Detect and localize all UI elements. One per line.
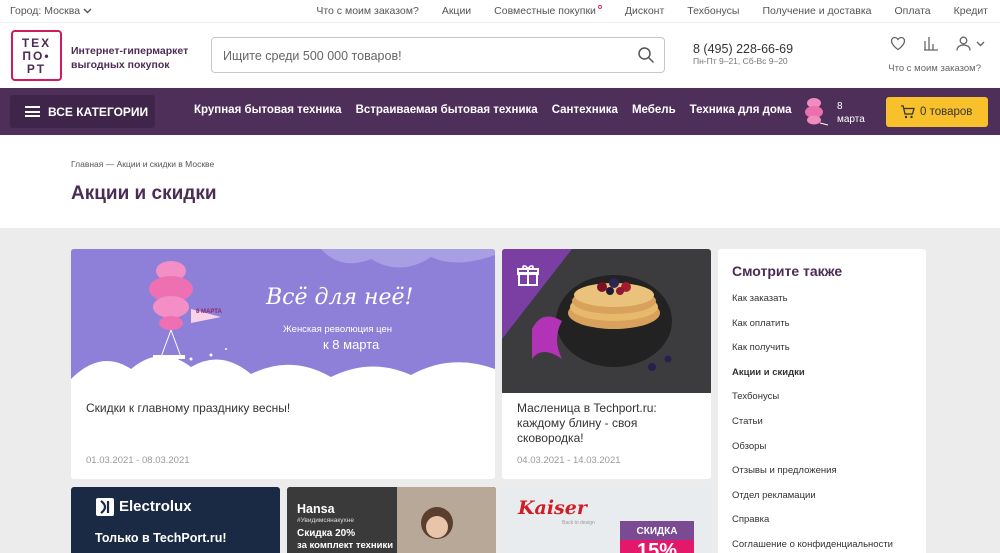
sidebar-item-articles[interactable]: Статьи: [732, 416, 893, 441]
sidebar-item-feedback[interactable]: Отзывы и предложения: [732, 465, 893, 490]
top-link-delivery[interactable]: Получение и доставка: [762, 5, 871, 17]
march-number: 8: [837, 101, 843, 112]
top-bar: Город: Москва Что с моим заказом? Акции …: [0, 0, 1000, 23]
logo-line-3: РТ: [26, 62, 47, 76]
sidebar-item-help[interactable]: Справка: [732, 514, 893, 539]
kaiser-badge-label: СКИДКА: [636, 526, 678, 537]
menu-icon: [25, 106, 40, 117]
main-nav: ВСЕ КАТЕГОРИИ Крупная бытовая техника Вс…: [0, 88, 1000, 135]
promo-card[interactable]: 8 МАРТА Всё для неё! Женская революция ц…: [71, 249, 495, 479]
march-8-promo[interactable]: 8 марта: [800, 97, 865, 127]
hansa-discount: Скидка 20%: [297, 528, 356, 539]
header: ТЕХ ПО• РТ Интернет-гипермаркет выгодных…: [0, 23, 1000, 88]
sidebar-title: Смотрите также: [732, 263, 843, 279]
top-link-promos[interactable]: Акции: [442, 5, 471, 17]
promo-card-date: 04.03.2021 - 14.03.2021: [517, 455, 621, 466]
chevron-down-icon: [83, 8, 92, 14]
promo-banner-march: 8 МАРТА Всё для неё! Женская революция ц…: [71, 249, 495, 393]
nav-link-built-in[interactable]: Встраиваемая бытовая техника: [356, 104, 538, 116]
search-placeholder: Ищите среди 500 000 товаров!: [223, 49, 402, 63]
sidebar-item-privacy[interactable]: Соглашение о конфиденциальности: [732, 539, 893, 553]
sidebar-item-techbonus[interactable]: Техбонусы: [732, 391, 893, 416]
nav-link-plumbing[interactable]: Сантехника: [552, 104, 618, 116]
sidebar-item-how-to-pay[interactable]: Как оплатить: [732, 318, 893, 343]
top-links: Что с моим заказом? Акции Совместные пок…: [316, 5, 988, 17]
page-title: Акции и скидки: [71, 183, 217, 204]
kaiser-brand: Kaiser: [518, 497, 587, 519]
banner-balloon-text: 8 МАРТА: [196, 309, 222, 315]
search-icon[interactable]: [637, 46, 655, 64]
promo-card-title[interactable]: Скидки к главному празднику весны!: [86, 401, 476, 416]
promo-card-hansa[interactable]: Hansa #Увидимсянакухне Скидка 20% за ком…: [287, 487, 496, 553]
nav-link-home-appliances[interactable]: Техника для дома: [690, 104, 792, 116]
hansa-discount-sub: за комплект техники: [297, 540, 394, 551]
hansa-hashtag: #Увидимсянакухне: [297, 517, 354, 524]
promo-card[interactable]: Масленица в Techport.ru: каждому блину -…: [502, 249, 711, 479]
promo-card-title[interactable]: Масленица в Techport.ru: каждому блину -…: [517, 401, 697, 446]
kaiser-discount-badge: СКИДКА 15%: [620, 521, 694, 553]
city-selector[interactable]: Город: Москва: [10, 5, 92, 17]
logo[interactable]: ТЕХ ПО• РТ: [11, 30, 62, 81]
gift-icon: [516, 263, 540, 287]
work-hours: Пн-Пт 9–21, Сб-Вс 9–20: [693, 56, 788, 66]
sidebar-item-how-to-order[interactable]: Как заказать: [732, 293, 893, 318]
order-status-link[interactable]: Что с моим заказом?: [888, 63, 981, 74]
breadcrumb[interactable]: Главная — Акции и скидки в Москве: [71, 159, 214, 169]
balloon-icon: [805, 98, 829, 126]
march-word: марта: [837, 114, 865, 125]
promo-card-kaiser[interactable]: Kaiser Back to design СКИДКА 15%: [502, 487, 711, 553]
heart-icon[interactable]: [890, 36, 906, 51]
phone-number[interactable]: 8 (495) 228-66-69: [693, 42, 793, 56]
top-link-group-buys-label: Совместные покупки: [494, 5, 596, 17]
top-link-techbonus[interactable]: Техбонусы: [687, 5, 739, 17]
nav-link-furniture[interactable]: Мебель: [632, 104, 676, 116]
new-dot-icon: [597, 5, 602, 9]
electrolux-brand: Electrolux: [119, 498, 192, 515]
promo-banner-maslenitsa: [502, 249, 711, 393]
kaiser-tagline: Back to design: [562, 520, 595, 526]
banner-march: к 8 марта: [323, 337, 380, 352]
sidebar-list: Как заказать Как оплатить Как получить А…: [732, 293, 893, 553]
banner-subtitle: Женская революция цен: [283, 324, 393, 335]
header-icons: [890, 36, 985, 51]
all-categories-button[interactable]: ВСЕ КАТЕГОРИИ: [10, 95, 155, 128]
nav-link-large-appliances[interactable]: Крупная бытовая техника: [194, 104, 342, 116]
city-label: Город: Москва: [10, 5, 81, 17]
banner-headline: Всё для неё!: [266, 285, 414, 310]
cart-label: 0 товаров: [920, 106, 973, 118]
user-menu[interactable]: [956, 36, 985, 51]
cart-icon: [901, 105, 915, 119]
user-icon: [956, 36, 971, 51]
banner-illustration: [71, 249, 495, 393]
top-link-discount[interactable]: Дисконт: [625, 5, 664, 17]
title-area: Главная — Акции и скидки в Москве Акции …: [0, 135, 1000, 228]
top-link-payment[interactable]: Оплата: [895, 5, 931, 17]
promo-card-electrolux[interactable]: Electrolux Только в TechPort.ru!: [71, 487, 280, 553]
sidebar-item-claims[interactable]: Отдел рекламации: [732, 490, 893, 515]
sidebar-item-promos[interactable]: Акции и скидки: [732, 367, 893, 392]
electrolux-logo-icon: [96, 498, 114, 516]
sidebar-item-how-to-receive[interactable]: Как получить: [732, 342, 893, 367]
sidebar-item-reviews[interactable]: Обзоры: [732, 441, 893, 466]
category-links: Крупная бытовая техника Встраиваемая быт…: [194, 104, 792, 116]
top-link-order-status[interactable]: Что с моим заказом?: [316, 5, 418, 17]
chevron-down-icon: [976, 41, 985, 46]
promo-card-date: 01.03.2021 - 08.03.2021: [86, 455, 190, 466]
search-input[interactable]: Ищите среди 500 000 товаров!: [211, 37, 665, 73]
hansa-brand: Hansa: [297, 502, 335, 516]
top-link-credit[interactable]: Кредит: [954, 5, 988, 17]
all-categories-label: ВСЕ КАТЕГОРИИ: [48, 104, 149, 119]
compare-icon[interactable]: [923, 36, 939, 51]
top-link-group-buys[interactable]: Совместные покупки: [494, 5, 602, 17]
cart-button[interactable]: 0 товаров: [886, 97, 988, 127]
see-also-sidebar: Смотрите также Как заказать Как оплатить…: [718, 249, 926, 553]
electrolux-text: Только в TechPort.ru!: [95, 531, 227, 545]
tagline: Интернет-гипермаркет выгодных покупок: [71, 45, 189, 71]
kaiser-badge-value: 15%: [620, 540, 694, 553]
